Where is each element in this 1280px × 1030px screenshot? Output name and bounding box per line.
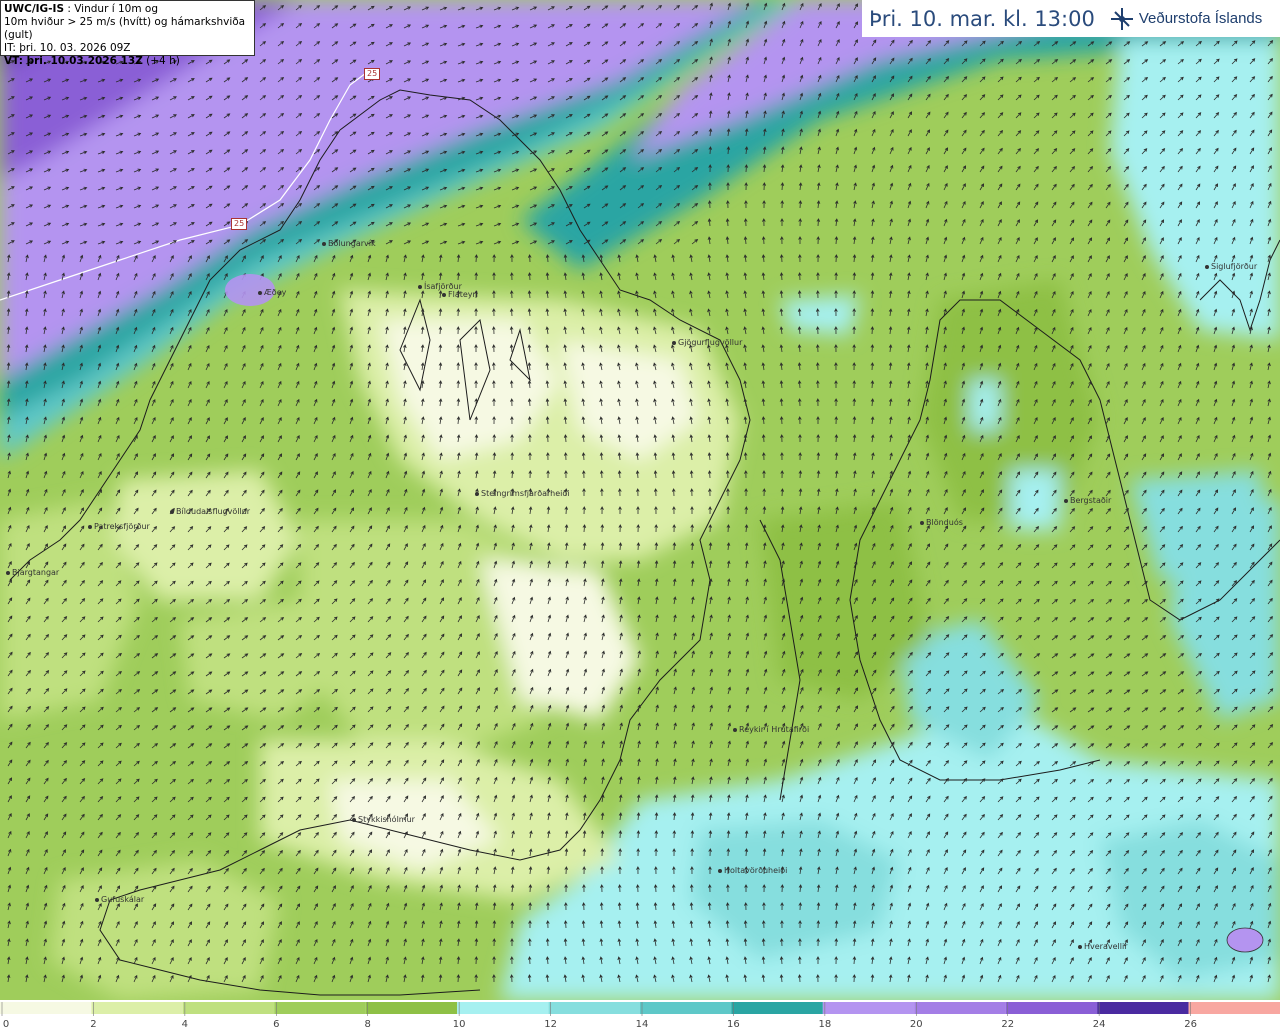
place-name: Gjögurflugvöllur	[678, 338, 743, 347]
title-line-2: 10m hviður > 25 m/s (hvítt) og hámarkshv…	[4, 16, 246, 41]
legend-tick-label: 20	[910, 1019, 923, 1030]
place-label: Hveravellir	[1078, 942, 1127, 951]
place-name: Flateyri	[448, 290, 479, 299]
legend-swatch	[548, 1002, 640, 1014]
legend-tick-label: 10	[453, 1019, 466, 1030]
date-logo-box: Þri. 10. mar. kl. 13:00 Veðurstofa Íslan…	[862, 0, 1280, 37]
legend-swatch	[822, 1002, 915, 1014]
color-legend: 0 2 4 6 8 10 12 14 16 18 20 22 24 26	[0, 1000, 1280, 1030]
place-marker-icon	[733, 727, 737, 732]
valid-time-label: VT: þri. 10.03.2026 13Z	[4, 55, 143, 67]
place-marker-icon	[920, 520, 924, 525]
valid-time-heading: Þri. 10. mar. kl. 13:00	[869, 6, 1095, 31]
place-label: Gjögurflugvöllur	[672, 338, 742, 347]
gust-isoline-label: 25	[231, 218, 248, 230]
place-label: Bergstaðir	[1064, 496, 1111, 505]
place-name: Bíldudalsflugvöllur	[176, 507, 251, 516]
place-name: Bolungarvík	[328, 239, 376, 248]
place-label: Patreksfjörður	[88, 522, 150, 531]
place-marker-icon	[442, 292, 446, 297]
place-label: Æðey	[258, 288, 286, 297]
legend-tick-label: 16	[727, 1019, 740, 1030]
place-name: Hveravellir	[1084, 942, 1128, 951]
place-label: Gufuskálar	[95, 895, 144, 904]
place-marker-icon	[1078, 944, 1082, 949]
place-name: Holtavörðuheiði	[724, 866, 788, 875]
place-marker-icon	[352, 817, 356, 822]
place-label: Steingrímsfjarðarheiði	[475, 489, 570, 498]
place-label: Bíldudalsflugvöllur	[170, 507, 250, 516]
place-label: Holtavörðuheiði	[718, 866, 787, 875]
place-label: Bjargtangar	[6, 568, 59, 577]
place-name: Reykir í Hrútafirði	[739, 725, 810, 734]
place-marker-icon	[258, 290, 262, 295]
legend-tick-label: 6	[273, 1019, 279, 1030]
initial-time: IT: þri. 10. 03. 2026 09Z	[4, 42, 131, 54]
place-marker-icon	[1064, 498, 1068, 503]
legend-tick-label: 2	[90, 1019, 96, 1030]
legend-swatch	[1097, 1002, 1189, 1014]
place-label: Reykir í Hrútafirði	[733, 725, 809, 734]
place-name: Siglufjörður	[1211, 262, 1258, 271]
logo-text: Veðurstofa Íslands	[1138, 10, 1263, 27]
place-marker-icon	[170, 509, 174, 514]
place-name: Stykkishólmur	[358, 815, 415, 824]
legend-swatch	[274, 1002, 366, 1014]
legend-tick-label: 4	[182, 1019, 188, 1030]
legend-swatch	[1005, 1002, 1098, 1014]
place-marker-icon	[95, 897, 99, 902]
valid-time-offset: (+4 h)	[142, 55, 180, 67]
legend-tick-label: 8	[365, 1019, 371, 1030]
place-label: Bolungarvík	[322, 239, 376, 248]
place-name: Patreksfjörður	[94, 522, 150, 531]
place-label: Stykkishólmur	[352, 815, 415, 824]
snowflake-star-icon	[1110, 7, 1133, 30]
title-description: : Vindur í 10m og	[64, 3, 158, 15]
legend-tick-label: 24	[1093, 1019, 1106, 1030]
legend-swatch	[731, 1002, 823, 1014]
legend-swatch	[182, 1002, 275, 1014]
legend-tick-label: 26	[1184, 1019, 1197, 1030]
chart-title-box: UWC/IG-IS : Vindur í 10m og 10m hviður >…	[0, 0, 255, 67]
place-marker-icon	[88, 524, 92, 529]
legend-swatch	[365, 1002, 458, 1014]
legend-tick-label: 12	[544, 1019, 557, 1030]
vedurstofa-logo: Veðurstofa Íslands	[1109, 6, 1262, 32]
title-line-1: UWC/IG-IS : Vindur í 10m og	[4, 3, 251, 16]
place-name: Steingrímsfjarðarheiði	[481, 489, 570, 498]
place-name: Gufuskálar	[101, 895, 145, 904]
place-marker-icon	[475, 491, 479, 496]
place-marker-icon	[672, 340, 676, 345]
legend-tick-label: 14	[636, 1019, 649, 1030]
gust-isoline-label: 25	[364, 68, 381, 80]
legend-tick-label: 18	[818, 1019, 831, 1030]
place-label: Siglufjörður	[1205, 262, 1257, 271]
model-id: UWC/IG-IS	[4, 3, 65, 15]
legend-tick-label: 22	[1001, 1019, 1014, 1030]
legend-swatch	[0, 1002, 92, 1014]
place-marker-icon	[718, 868, 722, 873]
place-marker-icon	[418, 284, 422, 289]
place-marker-icon	[1205, 264, 1209, 269]
place-name: Blönduós	[926, 518, 963, 527]
place-marker-icon	[322, 241, 326, 246]
legend-swatch	[91, 1002, 183, 1014]
place-name: Bergstaðir	[1070, 496, 1112, 505]
legend-swatch	[457, 1002, 549, 1014]
legend-tick-label: 0	[3, 1019, 9, 1030]
place-name: Bjargtangar	[12, 568, 60, 577]
valid-time-line: VT: þri. 10.03.2026 13Z (+4 h)	[4, 55, 251, 68]
legend-swatch	[1188, 1002, 1280, 1014]
legend-swatch	[640, 1002, 732, 1014]
place-marker-icon	[6, 570, 10, 575]
legend-swatch	[914, 1002, 1006, 1014]
place-name: Æðey	[264, 288, 287, 297]
place-label: Flateyri	[442, 290, 478, 299]
place-label: Blönduós	[920, 518, 963, 527]
lake-feature	[1226, 927, 1264, 953]
